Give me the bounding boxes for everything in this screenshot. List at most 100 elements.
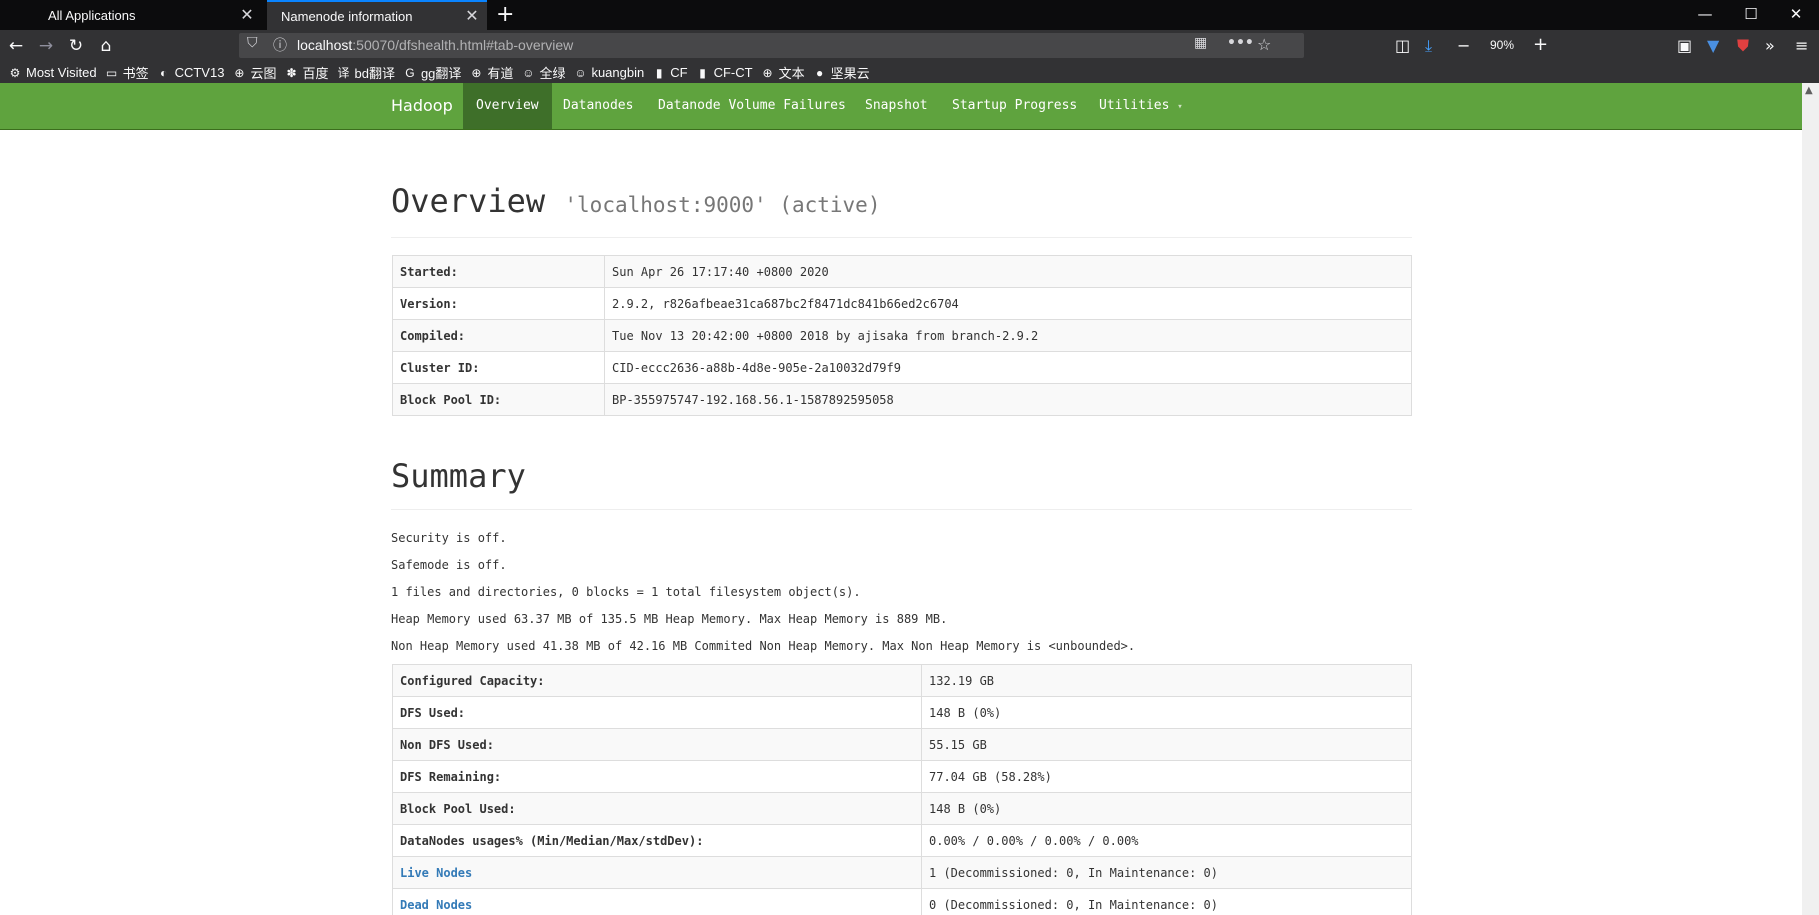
extension-icon[interactable]: ▣ [1677, 36, 1692, 55]
bookmark-item[interactable]: ☺ kuangbin [573, 65, 644, 80]
row-key: Configured Capacity: [392, 664, 922, 697]
reload-icon[interactable]: ↻ [64, 33, 88, 59]
table-row: DFS Remaining: 77.04 GB (58.28%) [392, 760, 1412, 793]
row-key: Dead Nodes [392, 888, 922, 915]
row-value: Sun Apr 26 17:17:40 +0800 2020 [604, 255, 1412, 288]
gear-icon: ⚙ [9, 65, 21, 80]
info-icon[interactable]: ⓘ [273, 35, 287, 55]
bookmark-item[interactable]: ☺ 全绿 [521, 63, 565, 82]
url-bar[interactable]: ⛉ ⓘ localhost:50070/dfshealth.html#tab-o… [239, 33, 1304, 58]
more-actions-icon[interactable]: ••• [1227, 35, 1254, 51]
face-icon: ☺ [574, 65, 587, 80]
new-tab-icon[interactable]: + [496, 2, 514, 27]
row-key: Started: [392, 255, 605, 288]
bookmark-item[interactable]: 译 bd翻译 [336, 63, 394, 82]
shield-icon[interactable]: ⛉ [247, 35, 258, 51]
sidebar-icon[interactable]: ◫ [1395, 36, 1410, 55]
row-key: Cluster ID: [392, 351, 605, 384]
close-tab-icon[interactable]: ✕ [457, 6, 487, 26]
bookmark-item[interactable]: ✽ 百度 [284, 63, 328, 82]
row-value: 148 B (0%) [921, 792, 1412, 825]
bookmark-label: CF [670, 65, 688, 80]
divider [391, 509, 1412, 510]
tab-label: All Applications [48, 7, 136, 23]
home-icon[interactable]: ⌂ [94, 33, 118, 59]
row-value: Tue Nov 13 20:42:00 +0800 2018 by ajisak… [604, 319, 1412, 352]
summary-line-files: 1 files and directories, 0 blocks = 1 to… [391, 585, 861, 599]
bookmark-label: 全绿 [539, 66, 566, 81]
bookmark-label: bd翻译 [354, 66, 395, 81]
bookmark-item[interactable]: Ggg翻译 [403, 63, 461, 82]
bookmark-item[interactable]: ⊕ 云图 [232, 63, 276, 82]
page-scrollbar[interactable]: ▲ [1802, 83, 1819, 915]
nav-utilities[interactable]: Utilities ▾ [1086, 83, 1196, 129]
baidu-icon: ✽ [286, 65, 297, 80]
vpn-extension-icon[interactable]: ▼ [1707, 36, 1719, 55]
nav-snapshot[interactable]: Snapshot [852, 83, 941, 129]
row-key: DFS Remaining: [392, 760, 922, 793]
overflow-menu-icon[interactable]: » [1765, 36, 1775, 55]
nav-datanode-volume-failures[interactable]: Datanode Volume Failures [645, 83, 859, 129]
summary-heading: Summary [391, 457, 526, 495]
forward-arrow-icon[interactable]: → [34, 33, 58, 59]
url-text[interactable]: localhost:50070/dfshealth.html#tab-overv… [297, 37, 573, 53]
close-tab-icon[interactable]: ✕ [232, 5, 262, 25]
bookmark-item[interactable]: ⊕ 文本 [761, 63, 805, 82]
zoom-in-icon[interactable]: + [1533, 34, 1548, 55]
translate-icon: 译 [337, 65, 350, 80]
row-key-link[interactable]: Live Nodes [400, 866, 472, 880]
tab-label: Namenode information [281, 8, 413, 24]
maximize-icon[interactable]: ☐ [1728, 0, 1774, 30]
face-icon: ☺ [522, 65, 535, 80]
table-row: Cluster ID: CID-eccc2636-a88b-4d8e-905e-2… [392, 351, 1412, 384]
globe-icon: ⊕ [762, 65, 773, 80]
nav-overview[interactable]: Overview [463, 83, 552, 129]
bookmark-item[interactable]: ⚙ Most Visited [8, 65, 97, 80]
back-arrow-icon[interactable]: ← [4, 33, 28, 59]
bookmark-item[interactable]: ● 坚果云 [813, 63, 870, 82]
bookmark-item[interactable]: ▮ CF [652, 65, 688, 80]
summary-line-nonheap: Non Heap Memory used 41.38 MB of 42.16 M… [391, 639, 1136, 653]
bookmarks-bar: ⚙ Most Visited ▭ 书签 ◐ CCTV13 ⊕ 云图 ✽ 百度译 bd翻译 Ggg翻译 ⊕… [0, 62, 1819, 83]
summary-table: Configured Capacity: 132.19 GB DFS Used: 14… [392, 664, 1412, 915]
divider [391, 237, 1412, 238]
hadoop-navbar: Hadoop Overview Datanodes Datanode Volum… [0, 83, 1802, 130]
table-row: Non DFS Used: 55.15 GB [392, 728, 1412, 761]
bookmark-item[interactable]: ▮ CF-CT [696, 65, 752, 80]
nut-icon: ● [815, 65, 824, 80]
window-close-icon[interactable]: ✕ [1773, 0, 1819, 30]
bookmark-item[interactable]: ◐ CCTV13 [157, 65, 225, 80]
bookmark-label: 云图 [250, 66, 277, 81]
zoom-out-icon[interactable]: − [1457, 36, 1470, 55]
table-row: Block Pool Used: 148 B (0%) [392, 792, 1412, 825]
tab-namenode-information[interactable]: Namenode information ✕ [267, 0, 487, 30]
download-icon[interactable]: ⤓ [1425, 36, 1432, 56]
bookmark-item[interactable]: ⊕ 有道 [469, 63, 513, 82]
row-key: DFS Used: [392, 696, 922, 729]
scroll-up-icon[interactable]: ▲ [1805, 85, 1813, 96]
bookmark-star-icon[interactable]: ☆ [1257, 35, 1271, 54]
bookmark-label: 文本 [778, 66, 805, 81]
browser-titlebar: All Applications ✕ Namenode information … [0, 0, 1819, 30]
page-content: Hadoop Overview Datanodes Datanode Volum… [0, 83, 1802, 915]
bookmark-item[interactable]: ▭ 书签 [105, 63, 149, 82]
google-translate-icon: G [405, 65, 415, 80]
row-value: 2.9.2, r826afbeae31ca687bc2f8471dc841b66… [604, 287, 1412, 320]
row-value: 55.15 GB [921, 728, 1412, 761]
table-row: Dead Nodes 0 (Decommissioned: 0, In Maint… [392, 888, 1412, 915]
hamburger-menu-icon[interactable]: ≡ [1795, 36, 1808, 55]
row-key: Block Pool Used: [392, 792, 922, 825]
overview-subtitle: 'localhost:9000' (active) [564, 193, 881, 217]
nav-datanodes[interactable]: Datanodes [550, 83, 646, 129]
minimize-icon[interactable]: — [1682, 0, 1728, 30]
tab-all-applications[interactable]: All Applications ✕ [34, 0, 262, 30]
zoom-level[interactable]: 90% [1490, 38, 1514, 52]
bookmark-label: CCTV13 [174, 65, 225, 80]
qr-code-icon[interactable]: ▦ [1194, 35, 1207, 51]
summary-line-heap: Heap Memory used 63.37 MB of 135.5 MB He… [391, 612, 948, 626]
bookmark-label: 有道 [487, 66, 514, 81]
nav-startup-progress[interactable]: Startup Progress [939, 83, 1090, 129]
brand-logo[interactable]: Hadoop [391, 96, 453, 115]
shield-extension-icon[interactable]: ⛊ [1737, 36, 1749, 56]
row-key-link[interactable]: Dead Nodes [400, 898, 472, 912]
